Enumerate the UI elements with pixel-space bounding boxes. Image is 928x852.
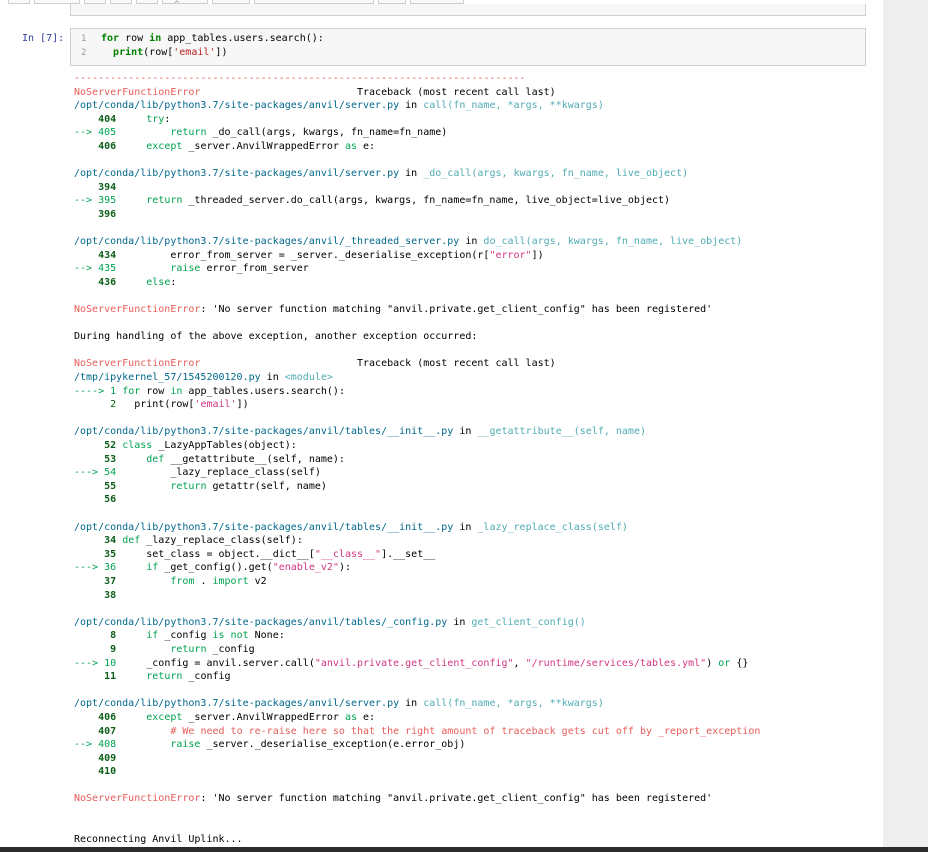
frame-path: /opt/conda/lib/python3.7/site-packages/a… [74, 426, 454, 438]
frame-path: /opt/conda/lib/python3.7/site-packages/a… [74, 698, 400, 710]
toolbar-button[interactable] [8, 0, 30, 4]
frame-path: /opt/conda/lib/python3.7/site-packages/a… [74, 100, 400, 112]
error-name: NoServerFunctionError [74, 793, 201, 805]
code-cell-input[interactable]: 1 for row in app_tables.users.search(): … [70, 28, 866, 66]
error-name: NoServerFunctionError [74, 304, 201, 316]
final-error-message: : 'No server function matching "anvil.pr… [200, 793, 713, 805]
error-name: NoServerFunctionError [74, 358, 201, 370]
frame-path: /opt/conda/lib/python3.7/site-packages/a… [74, 168, 400, 180]
traceback-header: Traceback (most recent call last) [356, 86, 556, 98]
cell-output-traceback: ----------------------------------------… [74, 73, 761, 846]
error-name: NoServerFunctionError [74, 86, 201, 98]
error-message: : 'No server function matching "anvil.pr… [200, 304, 713, 316]
line-number: 2 [81, 48, 87, 58]
cell-prompt: In [7]: [22, 33, 65, 44]
frame-path: /tmp/ipykernel_57/1545200120.py [74, 372, 261, 384]
stdout-text: Reconnecting Anvil Uplink... [74, 834, 243, 846]
notebook-page: ^ In [7]: 1 for row in app_tables.users.… [0, 0, 883, 847]
line-number: 1 [81, 34, 87, 44]
during-handling-text: During handling of the above exception, … [74, 331, 478, 343]
bottom-bar [0, 847, 928, 852]
frame-path: /opt/conda/lib/python3.7/site-packages/a… [74, 236, 460, 248]
code-line-1: for row in app_tables.users.search(): [101, 33, 324, 44]
code-line-2: print(row['email']) [113, 47, 228, 58]
separator: ----------------------------------------… [74, 73, 526, 84]
frame-path: /opt/conda/lib/python3.7/site-packages/a… [74, 616, 448, 628]
previous-cell-bottom[interactable]: ^ [70, 0, 866, 16]
scrollbar-track[interactable] [883, 0, 928, 847]
frame-path: /opt/conda/lib/python3.7/site-packages/a… [74, 521, 454, 533]
